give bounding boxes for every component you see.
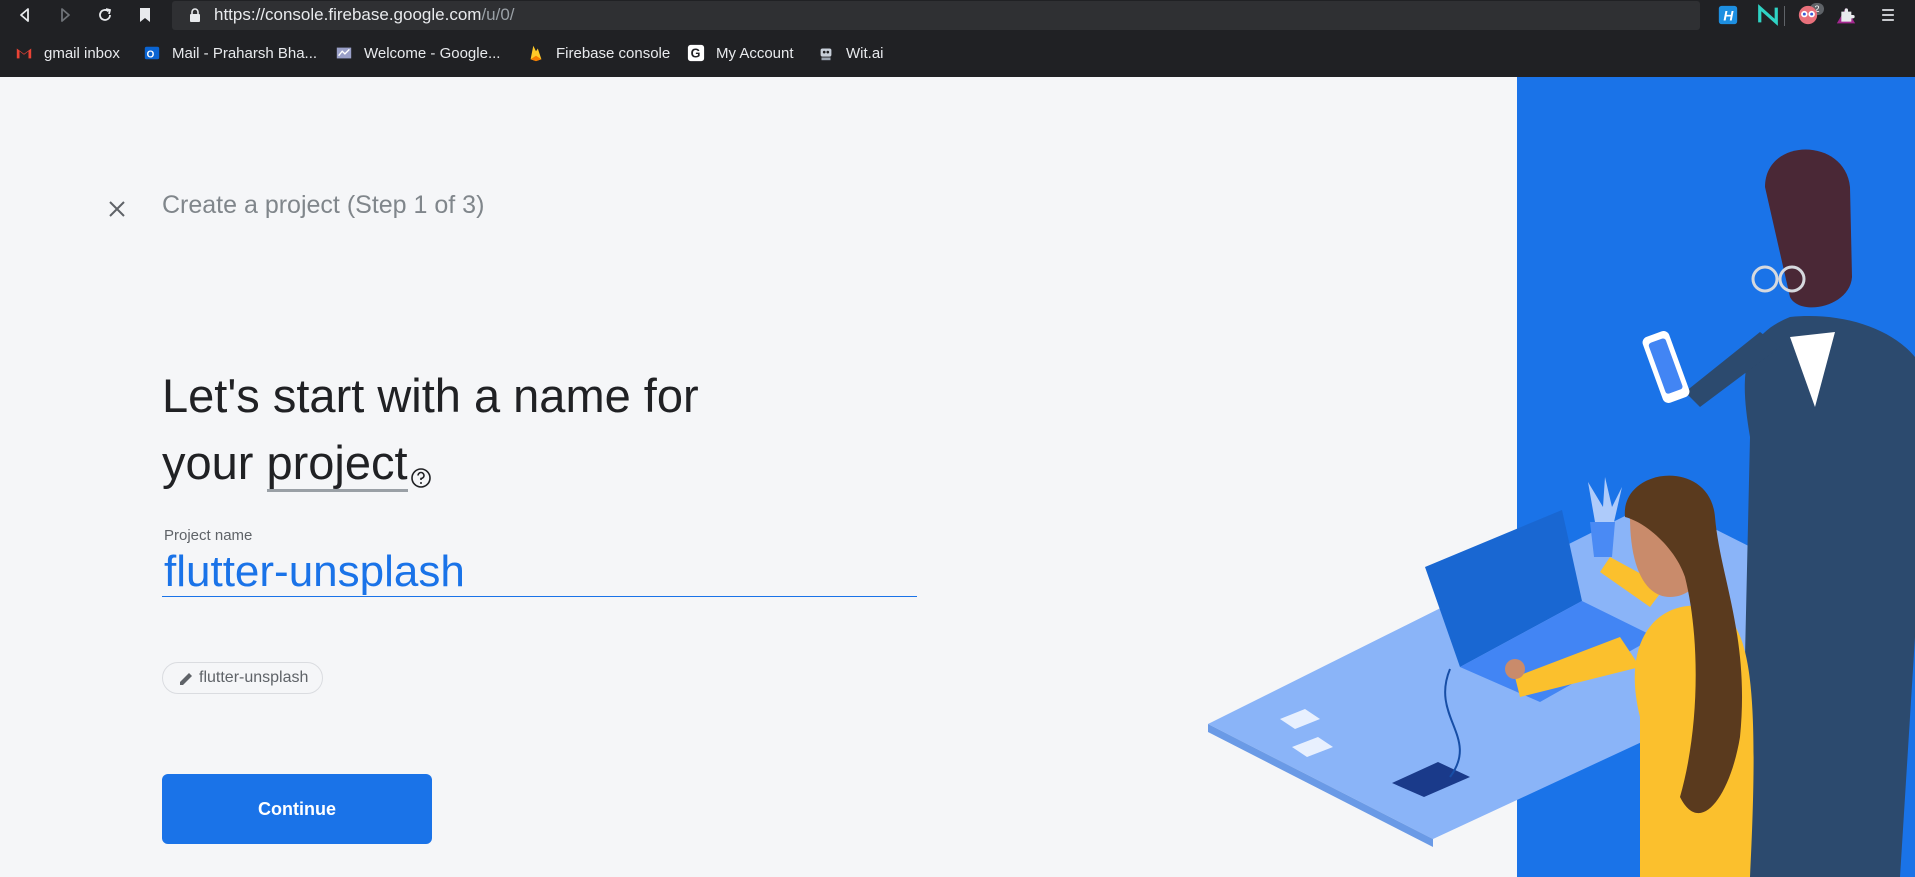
bookmark-my-account[interactable]: G My Account — [686, 41, 794, 65]
url-path: /u/0/ — [481, 5, 515, 24]
lock-icon — [190, 8, 200, 22]
forward-icon — [61, 8, 70, 22]
menu-button[interactable] — [1876, 3, 1900, 27]
address-bar[interactable]: https://console.firebase.google.com/u/0/… — [172, 1, 1856, 30]
help-icon[interactable] — [410, 439, 432, 488]
g-logo-icon: G — [686, 43, 706, 63]
project-term-tooltip-link[interactable]: project — [266, 436, 408, 492]
page-thumbnail-icon — [334, 43, 354, 63]
project-name-input[interactable] — [162, 547, 917, 597]
hypothesis-icon: H — [1718, 5, 1738, 25]
bookmark-welcome-google[interactable]: Welcome - Google... — [334, 41, 500, 65]
outlook-icon: O — [142, 43, 162, 63]
bookmarks-bar: gmail inbox O Mail - Praharsh Bha... Wel… — [0, 31, 1915, 77]
puzzle-icon — [1841, 8, 1855, 22]
project-id-text: flutter-unsplash — [199, 669, 309, 686]
hypothesis-extension-button[interactable]: H — [1716, 3, 1740, 27]
bookmark-icon — [140, 8, 150, 22]
hamburger-menu-icon — [1882, 9, 1894, 21]
bookmark-label: Wit.ai — [846, 44, 884, 62]
reload-button[interactable] — [92, 3, 118, 27]
bookmark-wit-ai[interactable]: Wit.ai — [816, 41, 884, 65]
bookmark-gmail-inbox[interactable]: gmail inbox — [14, 41, 120, 65]
illustration-man-body — [1740, 316, 1915, 877]
svg-text:H: H — [1723, 9, 1734, 24]
headline-line-1: Let's start with a name for — [162, 369, 699, 422]
svg-text:O: O — [147, 50, 155, 61]
continue-button[interactable]: Continue — [162, 774, 432, 844]
forward-button[interactable] — [52, 3, 78, 27]
url-host: https://console.firebase.google.com — [214, 5, 482, 24]
illustration-plant-pot — [1590, 522, 1615, 557]
page-headline: Let's start with a name for your project — [162, 362, 802, 496]
owl-icon — [1798, 5, 1818, 25]
back-icon — [20, 8, 29, 22]
reload-icon — [99, 8, 112, 21]
create-project-page: Create a project (Step 1 of 3) Let's sta… — [0, 77, 1915, 877]
extensions-button[interactable] — [1836, 3, 1860, 27]
headline-prefix: your — [162, 436, 267, 489]
robot-icon — [816, 43, 836, 63]
project-illustration — [1208, 77, 1915, 877]
owl-extension-button[interactable] — [1796, 3, 1820, 27]
bookmark-firebase-console[interactable]: Firebase console — [526, 41, 670, 65]
gmail-icon — [14, 43, 34, 63]
bookmark-outlook-mail[interactable]: O Mail - Praharsh Bha... — [142, 41, 317, 65]
close-icon — [109, 201, 125, 217]
project-name-label: Project name — [164, 527, 253, 544]
url-text: https://console.firebase.google.com/u/0/ — [214, 5, 515, 25]
bookmark-label: Mail - Praharsh Bha... — [172, 44, 318, 62]
url-divider — [1784, 6, 1785, 26]
close-button[interactable] — [100, 192, 134, 226]
n-logo-icon — [1758, 4, 1778, 26]
project-id-chip[interactable]: flutter-unsplash — [162, 662, 324, 694]
svg-text:G: G — [691, 47, 701, 61]
step-title: Create a project (Step 1 of 3) — [162, 191, 485, 219]
n-extension-button[interactable] — [1756, 3, 1780, 27]
headline-line-2: your project — [162, 429, 802, 496]
bookmark-label: Firebase console — [556, 44, 671, 62]
back-button[interactable] — [12, 3, 38, 27]
pencil-icon — [180, 673, 192, 685]
firebase-flame-icon — [526, 43, 546, 63]
browser-toolbar: https://console.firebase.google.com/u/0/… — [0, 0, 1915, 31]
bookmark-label: Welcome - Google... — [364, 44, 501, 62]
bookmark-label: My Account — [716, 44, 794, 62]
bookmark-label: gmail inbox — [44, 44, 120, 62]
bookmark-page-button[interactable] — [132, 3, 158, 27]
